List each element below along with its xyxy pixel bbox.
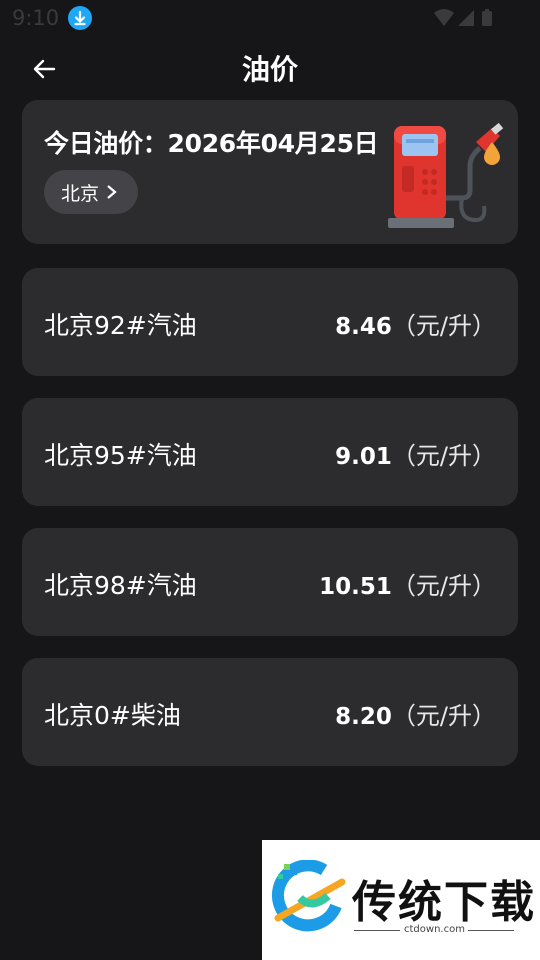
- status-icons: [432, 8, 502, 32]
- price-value: 10.51: [319, 574, 392, 600]
- page-title: 油价: [241, 53, 298, 86]
- fuel-name: 北京98#汽油: [44, 571, 197, 600]
- watermark-logo-icon: [271, 860, 346, 932]
- watermark-divider-left: [354, 930, 400, 931]
- status-time: 9:10: [12, 6, 60, 30]
- city-selector[interactable]: 北京: [44, 170, 138, 214]
- price-value: 8.20: [335, 704, 392, 730]
- price-unit: （元/升）: [391, 442, 496, 470]
- price-unit: （元/升）: [391, 572, 496, 600]
- fuel-name: 北京95#汽油: [44, 441, 197, 470]
- price-row-98: 北京98#汽油 10.51（元/升）: [22, 528, 518, 636]
- fuel-name: 北京0#柴油: [44, 701, 181, 730]
- signal-icon: [458, 10, 474, 26]
- watermark: 传统下载 ctdown.com: [262, 840, 540, 960]
- price-value: 9.01: [335, 444, 392, 470]
- price-unit: （元/升）: [391, 702, 496, 730]
- city-name: 北京: [61, 183, 100, 205]
- price-unit: （元/升）: [391, 312, 496, 340]
- price-row-diesel: 北京0#柴油 8.20（元/升）: [22, 658, 518, 766]
- fuel-pump-icon: [388, 122, 504, 228]
- watermark-divider-right: [468, 930, 514, 931]
- price-row-95: 北京95#汽油 9.01（元/升）: [22, 398, 518, 506]
- price-row-92: 北京92#汽油 8.46（元/升）: [22, 268, 518, 376]
- today-price-card: 今日油价：2026年04月25日 北京: [22, 100, 518, 244]
- price-value: 8.46: [335, 314, 392, 340]
- wifi-icon: [434, 9, 454, 26]
- fuel-name: 北京92#汽油: [44, 311, 197, 340]
- download-icon: [68, 6, 92, 30]
- chevron-right-icon: [107, 185, 117, 199]
- watermark-brand: 传统下载: [352, 877, 536, 928]
- status-bar: 9:10: [0, 0, 540, 36]
- today-date-label: 今日油价：2026年04月25日: [44, 129, 379, 158]
- watermark-url: ctdown.com: [404, 924, 465, 935]
- battery-icon: [482, 9, 492, 26]
